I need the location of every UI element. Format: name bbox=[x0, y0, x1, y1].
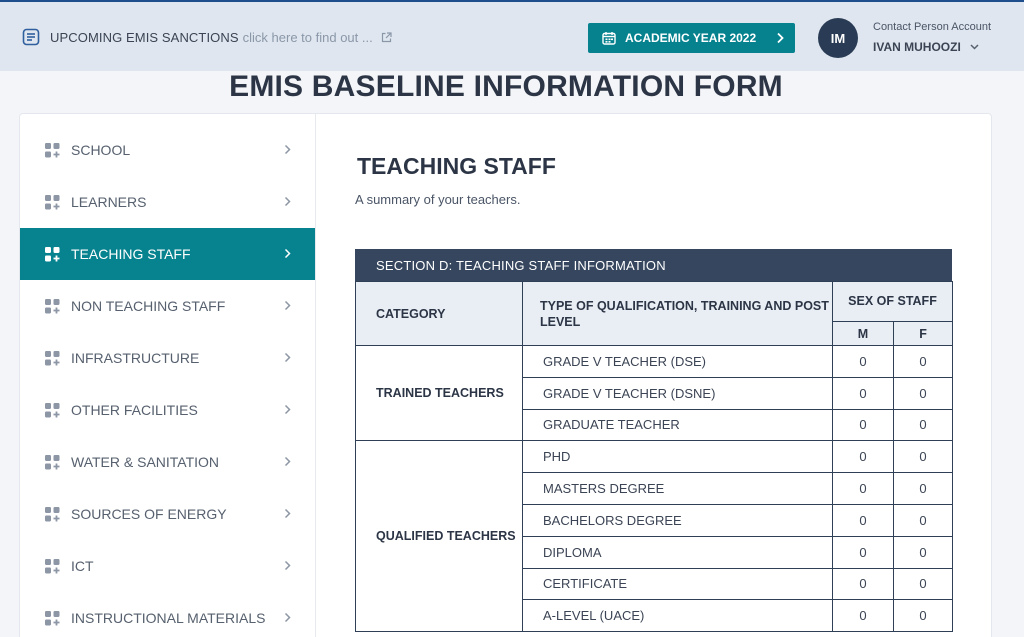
female-count-cell[interactable]: 0 bbox=[892, 345, 954, 378]
column-header-female: F bbox=[892, 321, 954, 346]
chevron-right-icon bbox=[284, 352, 291, 363]
apps-add-icon bbox=[45, 246, 60, 261]
notice-link[interactable]: click here to find out ... bbox=[243, 30, 373, 45]
sidebar-item-sources-of-energy[interactable]: SOURCES OF ENERGY bbox=[20, 488, 315, 540]
female-count-cell[interactable]: 0 bbox=[892, 408, 954, 442]
sidebar-item-instructional-materials[interactable]: INSTRUCTIONAL MATERIALS bbox=[20, 592, 315, 637]
sidebar-item-label: INFRASTRUCTURE bbox=[71, 350, 200, 366]
teaching-staff-table: SECTION D: TEACHING STAFF INFORMATION CA… bbox=[355, 249, 954, 633]
qualification-cell: PHD bbox=[522, 440, 833, 474]
female-count-cell[interactable]: 0 bbox=[892, 599, 954, 633]
external-link-icon bbox=[381, 31, 392, 42]
sidebar-item-label: SOURCES OF ENERGY bbox=[71, 506, 227, 522]
apps-add-icon bbox=[45, 142, 60, 157]
apps-add-icon bbox=[45, 506, 60, 521]
table-row: TRAINED TEACHERS GRADE V TEACHER (DSE) 0 0 bbox=[355, 344, 954, 442]
sidebar-item-teaching-staff[interactable]: TEACHING STAFF bbox=[20, 228, 315, 280]
notice-title: UPCOMING EMIS SANCTIONS bbox=[50, 29, 239, 45]
column-header-male: M bbox=[832, 321, 894, 346]
page-title: EMIS BASELINE INFORMATION FORM bbox=[229, 70, 783, 103]
account-menu[interactable]: IVAN MUHOOZI bbox=[873, 40, 979, 54]
apps-add-icon bbox=[45, 402, 60, 417]
apps-add-icon bbox=[45, 298, 60, 313]
sidebar-item-school[interactable]: SCHOOL bbox=[20, 124, 315, 176]
sidebar-item-other-facilities[interactable]: OTHER FACILITIES bbox=[20, 384, 315, 436]
sidebar-item-label: INSTRUCTIONAL MATERIALS bbox=[71, 610, 266, 626]
sidebar-item-label: NON TEACHING STAFF bbox=[71, 298, 226, 314]
qualification-cell: BACHELORS DEGREE bbox=[522, 503, 833, 537]
sanctions-notice[interactable]: UPCOMING EMIS SANCTIONS click here to fi… bbox=[22, 28, 392, 46]
apps-add-icon bbox=[45, 610, 60, 625]
male-count-cell[interactable]: 0 bbox=[832, 535, 894, 569]
chevron-right-icon bbox=[284, 456, 291, 467]
sidebar-item-label: TEACHING STAFF bbox=[71, 246, 191, 262]
academic-year-label: ACADEMIC YEAR 2022 bbox=[625, 31, 757, 45]
apps-add-icon bbox=[45, 350, 60, 365]
female-count-cell[interactable]: 0 bbox=[892, 376, 954, 410]
account-role: Contact Person Account bbox=[873, 21, 992, 33]
qualification-cell: MASTERS DEGREE bbox=[522, 472, 833, 505]
notice-icon bbox=[22, 28, 40, 46]
male-count-cell[interactable]: 0 bbox=[832, 503, 894, 537]
qualification-cell: GRADUATE TEACHER bbox=[522, 408, 833, 442]
chevron-right-icon bbox=[284, 300, 291, 311]
male-count-cell[interactable]: 0 bbox=[832, 472, 894, 505]
chevron-right-icon bbox=[284, 560, 291, 571]
male-count-cell[interactable]: 0 bbox=[832, 408, 894, 442]
sidebar-item-ict[interactable]: ICT bbox=[20, 540, 315, 592]
chevron-right-icon bbox=[284, 248, 291, 259]
academic-year-button[interactable]: ACADEMIC YEAR 2022 bbox=[588, 23, 795, 53]
sidebar-item-infrastructure[interactable]: INFRASTRUCTURE bbox=[20, 332, 315, 384]
sidebar-item-label: ICT bbox=[71, 558, 94, 574]
sidebar-item-label: WATER & SANITATION bbox=[71, 454, 220, 470]
staff-table: CATEGORY TYPE OF QUALIFICATION, TRAINING… bbox=[355, 281, 954, 633]
sidebar-item-learners[interactable]: LEARNERS bbox=[20, 176, 315, 228]
table-heading: SECTION D: TEACHING STAFF INFORMATION bbox=[355, 249, 952, 281]
female-count-cell[interactable]: 0 bbox=[892, 567, 954, 601]
qualification-cell: GRADE V TEACHER (DSNE) bbox=[522, 376, 833, 410]
male-count-cell[interactable]: 0 bbox=[832, 567, 894, 601]
male-count-cell[interactable]: 0 bbox=[832, 599, 894, 633]
chevron-right-icon bbox=[777, 32, 784, 44]
avatar[interactable]: IM bbox=[818, 18, 858, 58]
sidebar-item-label: LEARNERS bbox=[71, 194, 147, 210]
calendar-icon bbox=[602, 32, 616, 45]
qualification-cell: CERTIFICATE bbox=[522, 567, 833, 601]
column-header-sex: SEX OF STAFF bbox=[831, 281, 954, 322]
sidebar-item-label: OTHER FACILITIES bbox=[71, 402, 198, 418]
sidebar-item-non-teaching-staff[interactable]: NON TEACHING STAFF bbox=[20, 280, 315, 332]
column-header-type: TYPE OF QUALIFICATION, TRAINING AND POST… bbox=[522, 281, 833, 346]
table-row: QUALIFIED TEACHERS PHD 0 0 bbox=[355, 440, 954, 633]
category-cell: QUALIFIED TEACHERS bbox=[355, 440, 523, 633]
qualification-cell: GRADE V TEACHER (DSE) bbox=[522, 345, 833, 378]
male-count-cell[interactable]: 0 bbox=[832, 345, 894, 378]
chevron-right-icon bbox=[284, 612, 291, 623]
female-count-cell[interactable]: 0 bbox=[892, 472, 954, 505]
sidebar-item-water-sanitation[interactable]: WATER & SANITATION bbox=[20, 436, 315, 488]
column-header-category: CATEGORY bbox=[355, 281, 523, 346]
category-cell: TRAINED TEACHERS bbox=[355, 344, 523, 442]
female-count-cell[interactable]: 0 bbox=[892, 503, 954, 537]
chevron-right-icon bbox=[284, 196, 291, 207]
chevron-right-icon bbox=[284, 144, 291, 155]
chevron-right-icon bbox=[284, 404, 291, 415]
qualification-cell: A-LEVEL (UACE) bbox=[522, 599, 833, 633]
sidebar-item-label: SCHOOL bbox=[71, 142, 131, 158]
male-count-cell[interactable]: 0 bbox=[832, 440, 894, 474]
account-name: IVAN MUHOOZI bbox=[873, 40, 961, 54]
chevron-right-icon bbox=[284, 508, 291, 519]
apps-add-icon bbox=[45, 558, 60, 573]
section-title: TEACHING STAFF bbox=[357, 153, 556, 179]
apps-add-icon bbox=[45, 454, 60, 469]
qualification-cell: DIPLOMA bbox=[522, 535, 833, 569]
sidebar-divider bbox=[315, 114, 316, 637]
section-subtitle: A summary of your teachers. bbox=[355, 192, 521, 207]
apps-add-icon bbox=[45, 194, 60, 209]
male-count-cell[interactable]: 0 bbox=[832, 376, 894, 410]
chevron-down-icon bbox=[970, 44, 979, 50]
female-count-cell[interactable]: 0 bbox=[892, 535, 954, 569]
top-bar: UPCOMING EMIS SANCTIONS click here to fi… bbox=[0, 0, 1024, 71]
female-count-cell[interactable]: 0 bbox=[892, 440, 954, 474]
